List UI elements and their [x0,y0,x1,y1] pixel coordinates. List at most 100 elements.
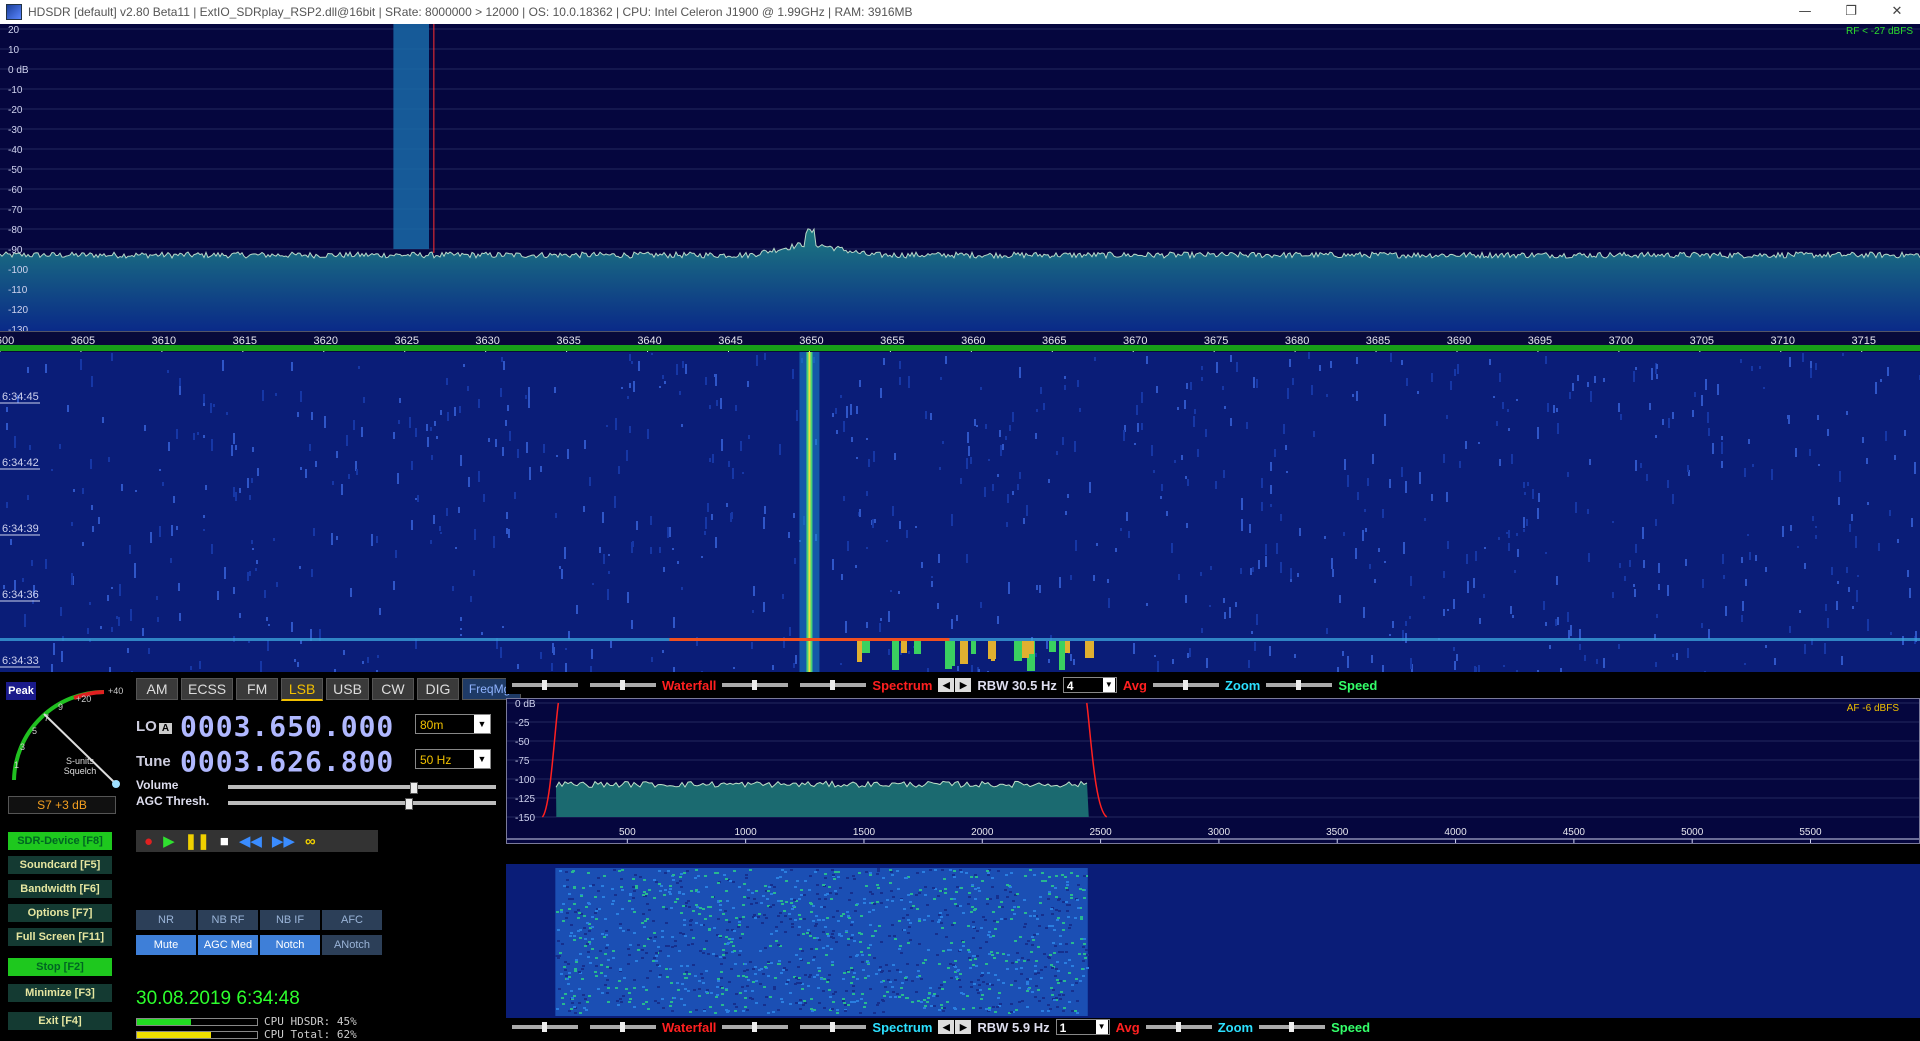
mute-button[interactable]: Mute [136,935,196,955]
af-rbw-label: RBW 5.9 Hz [977,1019,1050,1035]
rf-scale-ruler[interactable] [0,345,1920,351]
af-freq-tick: 500 [619,827,636,838]
af-waterfall-display[interactable] [506,864,1920,1018]
chevron-left-icon[interactable]: ◀ [938,1020,955,1034]
mode-cw-button[interactable]: CW [371,678,414,700]
rf-spectrum-contrast-slider[interactable] [722,680,789,690]
af-db-tick: -100 [515,775,535,786]
af-zoom-label: Zoom [1217,1019,1254,1035]
step-select[interactable]: 50 Hz ▼ [415,749,491,769]
chevron-right-icon[interactable]: ▶ [955,678,972,692]
af-avg-select[interactable]: 1 [1055,1019,1110,1035]
mode-ecss-button[interactable]: ECSS [181,678,234,700]
loop-icon[interactable]: ∞ [305,833,316,850]
soundcard-button[interactable]: Soundcard [F5] [8,856,112,874]
nr-button[interactable]: NR [136,910,196,930]
af-waterfall-pixels [555,868,1089,1016]
restore-window-icon[interactable]: ❐ [1828,0,1874,24]
step-select-value: 50 Hz [420,753,452,767]
af-zoom-slider[interactable] [1145,1022,1212,1032]
rf-carrier-core [808,352,811,672]
options-button[interactable]: Options [F7] [8,904,112,922]
record-icon[interactable]: ● [144,833,153,850]
rf-db-tick: -10 [8,85,23,96]
lo-label-text: LO [136,718,157,735]
bandwidth-button[interactable]: Bandwidth [F6] [8,880,112,898]
rf-rbw-arrows[interactable]: ◀ ▶ [938,678,972,692]
af-rbw-arrows[interactable]: ◀ ▶ [938,1020,972,1034]
af-spectrum-level-slider[interactable] [800,1022,867,1032]
af-spectrum-display[interactable]: 0 dB -25 -50 -75 -100 -125 -150 AF -6 dBFS 500 10… [506,698,1920,844]
mode-fm-button[interactable]: FM [236,678,279,700]
pause-icon[interactable]: ❚❚ [185,832,210,850]
rf-time-label: 6:34:45 [2,391,39,403]
nb-if-button[interactable]: NB IF [260,910,320,930]
rf-noise-fill [0,228,1920,331]
af-freq-tick: 3500 [1326,827,1349,838]
rf-waterfall-contrast-slider[interactable] [512,680,578,690]
rf-db-tick: 20 [8,25,20,36]
stop-square-icon[interactable]: ■ [220,833,229,850]
chevron-down-icon[interactable]: ▼ [474,715,490,733]
chevron-left-icon[interactable]: ◀ [938,678,955,692]
play-icon[interactable]: ▶ [163,832,175,850]
af-display-controls: Waterfall Spectrum ◀▶ RBW 5.9 Hz 1 Avg Z… [506,1018,1920,1036]
notch-button[interactable]: Notch [260,935,320,955]
rf-waterfall-display[interactable]: 6:34:45 6:34:42 6:34:39 6:34:36 6:34:33 [0,352,1920,672]
s-meter-caption: S-units [66,756,95,766]
volume-slider[interactable] [228,785,496,789]
stop-button[interactable]: Stop [F2] [8,958,112,976]
lo-frequency-display[interactable]: 0003.650.000 [180,710,394,743]
nb-rf-button[interactable]: NB RF [198,910,258,930]
af-speed-slider[interactable] [1259,1022,1326,1032]
rewind-icon[interactable]: ◀◀ [239,832,262,850]
chevron-right-icon[interactable]: ▶ [955,1020,972,1034]
exit-button[interactable]: Exit [F4] [8,1012,112,1030]
fast-forward-icon[interactable]: ▶▶ [272,832,295,850]
peak-button[interactable]: Peak [6,682,36,700]
af-spectrum-contrast-slider[interactable] [722,1022,789,1032]
lo-a-badge[interactable]: A [158,723,173,734]
af-waterfall-level-slider[interactable] [590,1022,656,1032]
band-select-value: 80m [420,718,444,732]
rf-db-tick: -30 [8,125,23,136]
agc-threshold-slider[interactable] [228,801,496,805]
volume-row: Volume [136,778,178,792]
mode-am-button[interactable]: AM [136,678,178,700]
af-spectrum-label: Spectrum [872,1019,933,1035]
rf-avg-select[interactable]: 4 [1062,677,1117,693]
mode-lsb-button[interactable]: LSB [281,678,324,701]
s-meter-scale-label: +20 [76,694,91,704]
cpu-hdsdr-row: CPU HDSDR: 45% [136,1015,357,1028]
transport-bar: ● ▶ ❚❚ ■ ◀◀ ▶▶ ∞ [136,830,378,852]
full-screen-button[interactable]: Full Screen [F11] [8,928,112,946]
rf-waterfall-level-slider[interactable] [590,680,656,690]
rf-speed-slider[interactable] [1266,680,1333,690]
volume-slider-thumb[interactable] [410,782,419,794]
tune-frequency-display[interactable]: 0003.626.800 [180,745,394,778]
rf-spectrum-level-slider[interactable] [800,680,867,690]
mode-usb-button[interactable]: USB [326,678,369,700]
rf-spectrum-display[interactable]: 20 10 0 dB -10 -20 -30 -40 -50 -60 -70 -80 -90 -100 -… [0,24,1920,336]
agc-med-button[interactable]: AGC Med [198,935,258,955]
af-freq-tick: 2000 [971,827,994,838]
af-waterfall-contrast-slider[interactable] [512,1022,578,1032]
sdr-device-button[interactable]: SDR-Device [F8] [8,832,112,850]
af-freq-tick: 2500 [1089,827,1112,838]
anotch-button[interactable]: ANotch [322,935,382,955]
afc-button[interactable]: AFC [322,910,382,930]
mode-dig-button[interactable]: DIG [416,678,459,700]
minimize-window-icon[interactable]: — [1782,0,1828,24]
close-window-icon[interactable]: ✕ [1874,0,1920,24]
rf-zoom-slider[interactable] [1152,680,1219,690]
agc-row: AGC Thresh. [136,794,209,808]
chevron-down-icon[interactable]: ▼ [474,750,490,768]
agc-threshold-thumb[interactable] [404,798,413,810]
minimize-button[interactable]: Minimize [F3] [8,984,112,1002]
rf-spectrum-plot[interactable]: 20 10 0 dB -10 -20 -30 -40 -50 -60 -70 -80 -90 -100 -… [0,24,1920,336]
filter-passband[interactable] [393,24,430,249]
band-select[interactable]: 80m ▼ [415,714,491,734]
rf-level-readout: RF < -27 dBFS [1846,26,1913,37]
rf-display-controls: Waterfall Spectrum ◀▶ RBW 30.5 Hz 4 Avg … [506,676,1920,694]
rf-rbw-label: RBW 30.5 Hz [977,677,1057,693]
